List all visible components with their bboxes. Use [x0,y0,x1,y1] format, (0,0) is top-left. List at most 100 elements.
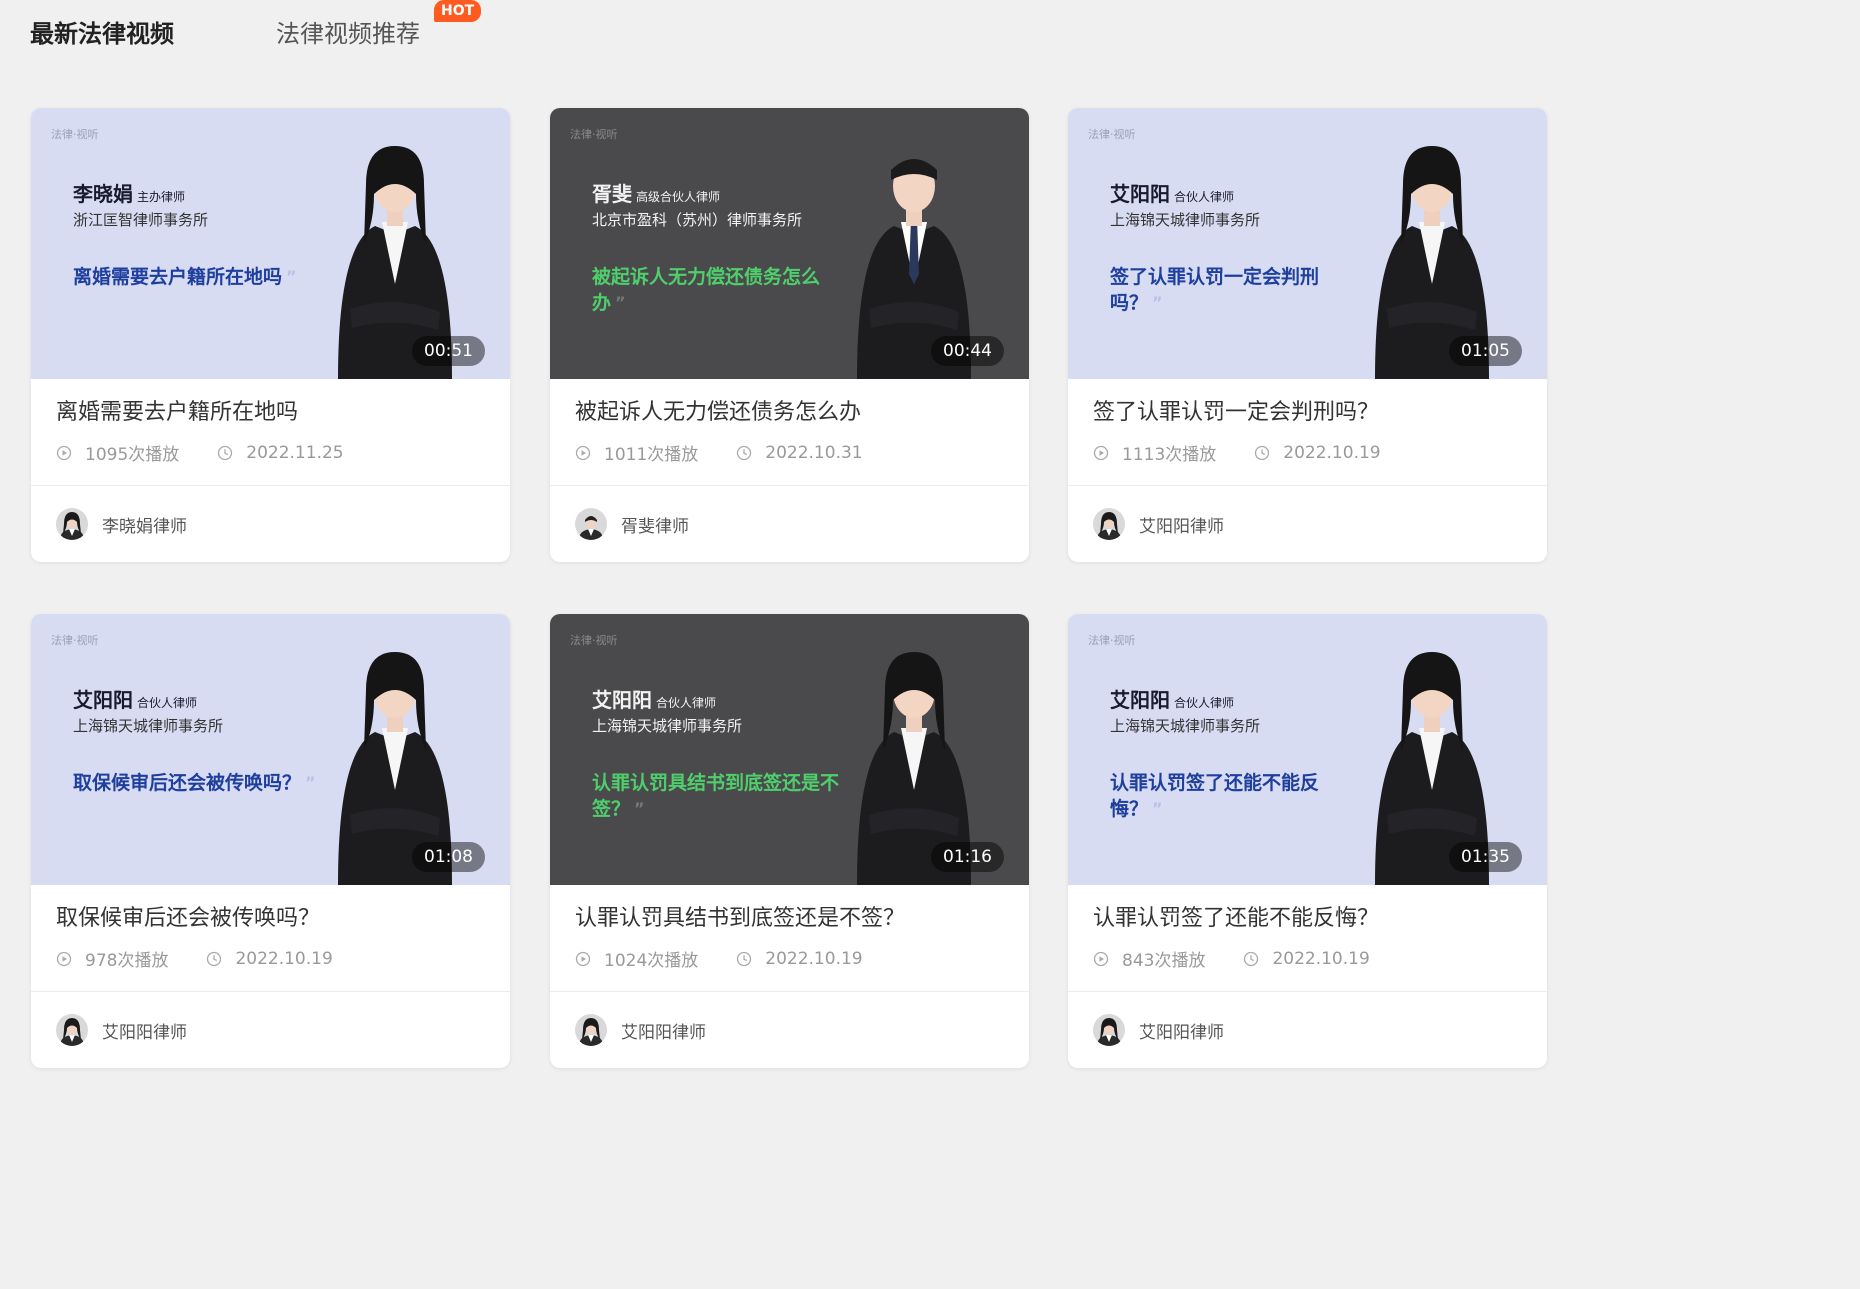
thumbnail-question: 被起诉人无力偿还债务怎么办” [592,264,842,316]
lawyer-name-text: 艾阳阳 [1110,182,1170,206]
thumbnail-question: 取保候审后还会被传唤吗？” [73,770,323,796]
author[interactable]: 艾阳阳律师 [1093,1014,1224,1046]
author[interactable]: 胥斐律师 [575,508,689,540]
author[interactable]: 艾阳阳律师 [575,1014,706,1046]
play-count: 1113次播放 [1122,445,1217,465]
law-firm: 上海锦天城律师事务所 [1110,717,1261,735]
lawyer-role: 合伙人律师 [656,696,717,710]
lawyer-name-text: 艾阳阳 [73,688,133,712]
video-title[interactable]: 取保候审后还会被传唤吗？ [56,900,320,932]
play-count-icon [1093,445,1109,461]
video-thumbnail[interactable]: 法律·视听 艾阳阳 合伙人律师 上海锦天城律师事务所 认罪认罚具结书到底签还是不签？” 0… [550,614,1029,885]
lawyer-name: 胥斐 高级合伙人律师 [592,178,720,207]
author-name[interactable]: 艾阳阳律师 [621,1018,706,1043]
avatar[interactable] [1093,1014,1125,1046]
author[interactable]: 艾阳阳律师 [1093,508,1224,540]
play-count: 1024次播放 [604,951,699,971]
avatar[interactable] [56,1014,88,1046]
video-duration: 01:08 [412,842,485,872]
author-name[interactable]: 艾阳阳律师 [1139,1018,1224,1043]
author-name[interactable]: 艾阳阳律师 [1139,512,1224,537]
video-card[interactable]: 法律·视听 李晓娟 主办律师 浙江匡智律师事务所 离婚需要去户籍所在地吗” 00:51 离婚… [31,108,510,562]
video-meta: 1113次播放 2022.10.19 [1093,440,1381,465]
video-meta: 1024次播放 2022.10.19 [575,946,863,971]
video-title[interactable]: 被起诉人无力偿还债务怎么办 [575,394,861,426]
law-firm: 上海锦天城律师事务所 [1110,211,1261,229]
video-meta: 843次播放 2022.10.19 [1093,946,1370,971]
video-thumbnail[interactable]: 法律·视听 艾阳阳 合伙人律师 上海锦天城律师事务所 签了认罪认罚一定会判刑吗？” 01:… [1068,108,1547,379]
quote-mark-icon: ” [1152,799,1163,818]
clock-icon [217,445,233,461]
clock-icon [1243,951,1259,967]
video-card[interactable]: 法律·视听 艾阳阳 合伙人律师 上海锦天城律师事务所 认罪认罚签了还能不能反悔？” 01:… [1068,614,1547,1068]
lawyer-name-text: 李晓娟 [73,182,133,206]
thumbnail-question-text: 离婚需要去户籍所在地吗 [73,266,283,288]
video-title[interactable]: 认罪认罚具结书到底签还是不签？ [575,900,905,932]
clock-icon [736,445,752,461]
lawyer-role: 合伙人律师 [1174,696,1235,710]
video-card[interactable]: 法律·视听 艾阳阳 合伙人律师 上海锦天城律师事务所 认罪认罚具结书到底签还是不签？” 0… [550,614,1029,1068]
author-name[interactable]: 胥斐律师 [621,512,689,537]
watermark: 法律·视听 [570,128,618,141]
play-count: 978次播放 [85,951,169,971]
video-duration: 00:44 [931,336,1004,366]
author-name[interactable]: 艾阳阳律师 [102,1018,187,1043]
watermark: 法律·视听 [570,634,618,647]
card-divider [31,991,510,992]
avatar[interactable] [1093,508,1125,540]
avatar[interactable] [56,508,88,540]
lawyer-role: 合伙人律师 [137,696,198,710]
video-title[interactable]: 签了认罪认罚一定会判刑吗？ [1093,394,1379,426]
quote-mark-icon: ” [634,799,645,818]
card-divider [31,485,510,486]
publish-date: 2022.10.19 [1272,948,1370,969]
video-title[interactable]: 认罪认罚签了还能不能反悔？ [1093,900,1379,932]
play-count-icon [575,951,591,967]
play-count-icon [56,951,72,967]
play-count-icon [575,445,591,461]
thumbnail-question: 签了认罪认罚一定会判刑吗？” [1110,264,1360,316]
lawyer-name-text: 胥斐 [592,182,632,206]
video-title[interactable]: 离婚需要去户籍所在地吗 [56,394,298,426]
video-meta: 1011次播放 2022.10.31 [575,440,863,465]
video-thumbnail[interactable]: 法律·视听 艾阳阳 合伙人律师 上海锦天城律师事务所 认罪认罚签了还能不能反悔？” 01:… [1068,614,1547,885]
author[interactable]: 艾阳阳律师 [56,1014,187,1046]
video-card[interactable]: 法律·视听 艾阳阳 合伙人律师 上海锦天城律师事务所 签了认罪认罚一定会判刑吗？” 01:… [1068,108,1547,562]
lawyer-role: 主办律师 [137,190,186,204]
video-card[interactable]: 法律·视听 胥斐 高级合伙人律师 北京市盈科（苏州）律师事务所 被起诉人无力偿还债务怎么… [550,108,1029,562]
lawyer-name: 艾阳阳 合伙人律师 [73,684,197,713]
play-count: 1095次播放 [85,445,180,465]
clock-icon [1254,445,1270,461]
law-firm: 浙江匡智律师事务所 [73,211,209,229]
clock-icon [736,951,752,967]
video-thumbnail[interactable]: 法律·视听 艾阳阳 合伙人律师 上海锦天城律师事务所 取保候审后还会被传唤吗？” 01:0… [31,614,510,885]
avatar[interactable] [575,1014,607,1046]
watermark: 法律·视听 [1088,634,1136,647]
video-duration: 00:51 [412,336,485,366]
play-count-icon [1093,951,1109,967]
quote-mark-icon: ” [1152,293,1163,312]
publish-date: 2022.10.19 [765,948,863,969]
tab-latest-law-videos[interactable]: 最新法律视频 [30,14,174,49]
tab-recommended-law-videos[interactable]: 法律视频推荐 [276,14,420,49]
video-thumbnail[interactable]: 法律·视听 李晓娟 主办律师 浙江匡智律师事务所 离婚需要去户籍所在地吗” 00:51 [31,108,510,379]
video-thumbnail[interactable]: 法律·视听 胥斐 高级合伙人律师 北京市盈科（苏州）律师事务所 被起诉人无力偿还债务怎么… [550,108,1029,379]
card-divider [550,485,1029,486]
publish-date: 2022.11.25 [246,442,344,463]
thumbnail-question: 认罪认罚签了还能不能反悔？” [1110,770,1360,822]
thumbnail-question-text: 被起诉人无力偿还债务怎么办 [592,266,821,314]
quote-mark-icon: ” [286,267,297,286]
lawyer-name: 李晓娟 主办律师 [73,178,185,207]
lawyer-role: 合伙人律师 [1174,190,1235,204]
video-duration: 01:16 [931,842,1004,872]
video-card[interactable]: 法律·视听 艾阳阳 合伙人律师 上海锦天城律师事务所 取保候审后还会被传唤吗？” 01:0… [31,614,510,1068]
thumbnail-question: 认罪认罚具结书到底签还是不签？” [592,770,842,822]
avatar[interactable] [575,508,607,540]
author[interactable]: 李晓娟律师 [56,508,187,540]
play-count: 843次播放 [1122,951,1206,971]
lawyer-name-text: 艾阳阳 [592,688,652,712]
hot-badge: HOT [434,0,482,22]
author-name[interactable]: 李晓娟律师 [102,512,187,537]
play-count: 1011次播放 [604,445,699,465]
video-duration: 01:05 [1449,336,1522,366]
